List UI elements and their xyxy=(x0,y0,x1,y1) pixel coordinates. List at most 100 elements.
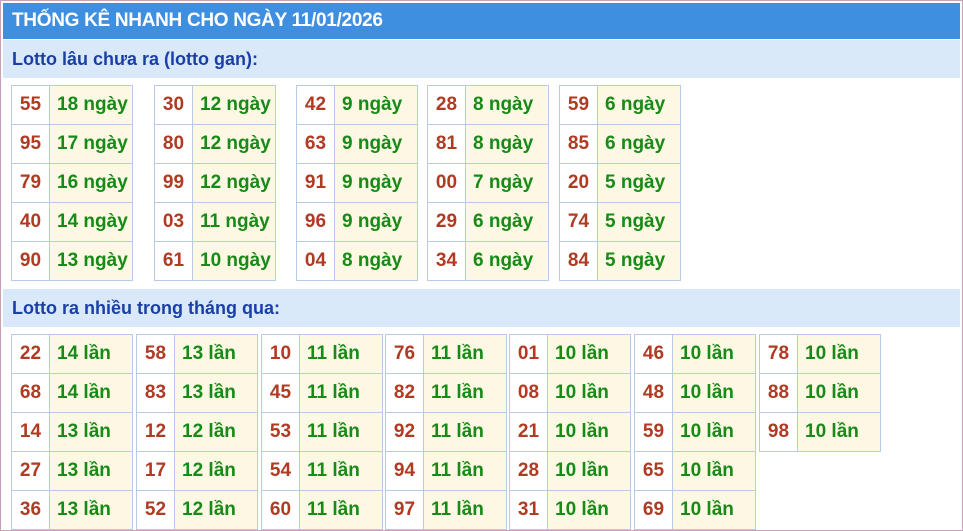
lotto-count: 12 ngày xyxy=(192,124,276,164)
lotto-count: 10 lần xyxy=(797,412,881,452)
lotto-number: 14 xyxy=(11,412,50,452)
gan-row: 20 5 ngày xyxy=(559,163,681,203)
lotto-number: 96 xyxy=(296,202,335,242)
lotto-number: 63 xyxy=(296,124,335,164)
lotto-count: 8 ngày xyxy=(334,241,418,281)
gan-row: 96 9 ngày xyxy=(296,202,418,242)
lotto-number: 03 xyxy=(154,202,193,242)
lotto-number: 92 xyxy=(385,412,424,452)
lotto-number: 68 xyxy=(11,373,50,413)
frequent-row: 88 10 lần xyxy=(759,373,881,413)
frequent-row: 14 13 lần xyxy=(11,412,133,452)
lotto-number: 80 xyxy=(154,124,193,164)
lotto-count: 10 lần xyxy=(672,490,756,530)
lotto-count: 12 lần xyxy=(174,451,258,491)
lotto-count: 11 lần xyxy=(423,412,507,452)
lotto-number: 97 xyxy=(385,490,424,530)
lotto-count: 14 lần xyxy=(49,334,133,374)
lotto-number: 21 xyxy=(509,412,548,452)
lotto-count: 6 ngày xyxy=(597,85,681,125)
lotto-count: 10 ngày xyxy=(192,241,276,281)
gan-row: 61 10 ngày xyxy=(154,241,276,281)
lotto-count: 10 lần xyxy=(672,451,756,491)
lotto-count: 11 lần xyxy=(423,451,507,491)
lotto-number: 99 xyxy=(154,163,193,203)
frequent-row: 97 11 lần xyxy=(385,490,507,530)
lotto-count: 10 lần xyxy=(797,373,881,413)
lotto-count: 10 lần xyxy=(547,373,631,413)
gan-row: 95 17 ngày xyxy=(11,124,133,164)
frequent-row: 58 13 lần xyxy=(136,334,258,374)
frequent-row: 82 11 lần xyxy=(385,373,507,413)
lotto-count: 12 ngày xyxy=(192,163,276,203)
lotto-count: 10 lần xyxy=(547,334,631,374)
gan-row: 99 12 ngày xyxy=(154,163,276,203)
lotto-number: 83 xyxy=(136,373,175,413)
frequent-row: 36 13 lần xyxy=(11,490,133,530)
frequent-group-2: 58 13 lần 83 13 lần 12 12 lần 17 12 lần 52 12 lần xyxy=(136,334,258,530)
lotto-number: 69 xyxy=(634,490,673,530)
frequent-row: 45 11 lần xyxy=(261,373,383,413)
frequent-row: 92 11 lần xyxy=(385,412,507,452)
lotto-number: 22 xyxy=(11,334,50,374)
lotto-count: 11 lần xyxy=(423,334,507,374)
lotto-count: 10 lần xyxy=(547,451,631,491)
lotto-count: 11 lần xyxy=(423,373,507,413)
frequent-row: 01 10 lần xyxy=(509,334,631,374)
lotto-number: 04 xyxy=(296,241,335,281)
lotto-number: 54 xyxy=(261,451,300,491)
lotto-count: 10 lần xyxy=(672,334,756,374)
lotto-number: 28 xyxy=(427,85,466,125)
lotto-number: 55 xyxy=(11,85,50,125)
lotto-count: 13 lần xyxy=(49,490,133,530)
lotto-number: 98 xyxy=(759,412,798,452)
gan-row: 03 11 ngày xyxy=(154,202,276,242)
lotto-count: 12 lần xyxy=(174,490,258,530)
lotto-count: 9 ngày xyxy=(334,85,418,125)
gan-row: 74 5 ngày xyxy=(559,202,681,242)
lotto-number: 29 xyxy=(427,202,466,242)
lotto-number: 82 xyxy=(385,373,424,413)
lotto-count: 18 ngày xyxy=(49,85,133,125)
frequent-row: 21 10 lần xyxy=(509,412,631,452)
lotto-number: 65 xyxy=(634,451,673,491)
lotto-count: 13 lần xyxy=(174,373,258,413)
lotto-count: 17 ngày xyxy=(49,124,133,164)
gan-row: 91 9 ngày xyxy=(296,163,418,203)
lotto-number: 20 xyxy=(559,163,598,203)
lotto-number: 61 xyxy=(154,241,193,281)
lotto-number: 85 xyxy=(559,124,598,164)
frequent-group-5: 01 10 lần 08 10 lần 21 10 lần 28 10 lần 31 10 lần xyxy=(509,334,631,530)
frequent-row: 76 11 lần xyxy=(385,334,507,374)
lotto-number: 42 xyxy=(296,85,335,125)
lotto-count: 6 ngày xyxy=(465,241,549,281)
lotto-number: 27 xyxy=(11,451,50,491)
lotto-number: 79 xyxy=(11,163,50,203)
frequent-row: 52 12 lần xyxy=(136,490,258,530)
lotto-count: 9 ngày xyxy=(334,202,418,242)
gan-group-5: 59 6 ngày 85 6 ngày 20 5 ngày 74 5 ngày 84 5 ngày xyxy=(559,85,681,281)
frequent-row: 31 10 lần xyxy=(509,490,631,530)
frequent-row: 22 14 lần xyxy=(11,334,133,374)
lotto-number: 59 xyxy=(559,85,598,125)
gan-row: 84 5 ngày xyxy=(559,241,681,281)
panel-title: THỐNG KÊ NHANH CHO NGÀY 11/01/2026 xyxy=(3,3,960,39)
lotto-count: 13 ngày xyxy=(49,241,133,281)
gan-row: 40 14 ngày xyxy=(11,202,133,242)
gan-row: 34 6 ngày xyxy=(427,241,549,281)
gan-row: 90 13 ngày xyxy=(11,241,133,281)
lotto-count: 10 lần xyxy=(797,334,881,374)
gan-group-2: 30 12 ngày 80 12 ngày 99 12 ngày 03 11 ngày 61 10… xyxy=(154,85,276,281)
lotto-number: 88 xyxy=(759,373,798,413)
lotto-count: 10 lần xyxy=(547,490,631,530)
lotto-count: 14 ngày xyxy=(49,202,133,242)
lotto-count: 13 lần xyxy=(49,451,133,491)
lotto-count: 12 ngày xyxy=(192,85,276,125)
lotto-count: 13 lần xyxy=(174,334,258,374)
lotto-number: 94 xyxy=(385,451,424,491)
lotto-number: 60 xyxy=(261,490,300,530)
lotto-count: 12 lần xyxy=(174,412,258,452)
frequent-group-4: 76 11 lần 82 11 lần 92 11 lần 94 11 lần 97 11 lần xyxy=(385,334,507,530)
frequent-row: 94 11 lần xyxy=(385,451,507,491)
gan-row: 42 9 ngày xyxy=(296,85,418,125)
